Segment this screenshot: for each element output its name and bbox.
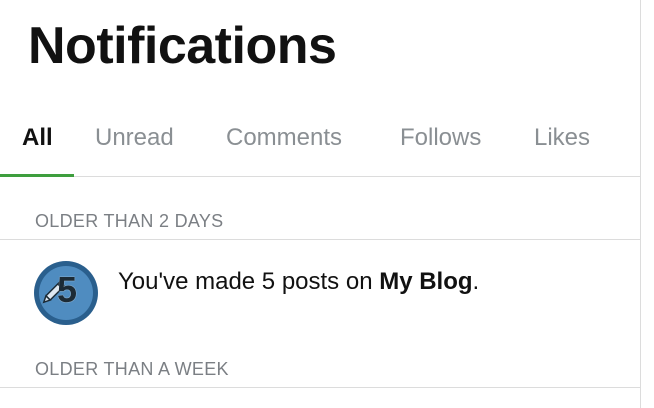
section-header-label: OLDER THAN A WEEK [35, 359, 229, 379]
badge-number: 5 [57, 269, 78, 310]
blog-name-link[interactable]: My Blog [379, 268, 472, 295]
notifications-panel: Notifications All Unread Comments Follow… [0, 0, 640, 408]
badge-inner: 5 [39, 266, 93, 320]
right-gutter [641, 0, 654, 408]
notifications-screen: Notifications All Unread Comments Follow… [0, 0, 654, 408]
tab-unread[interactable]: Unread [95, 124, 174, 153]
tab-follows[interactable]: Follows [400, 124, 481, 153]
notification-text-prefix: You've made 5 posts on [118, 268, 380, 295]
achievement-badge: 5 [34, 261, 98, 325]
tab-bar: All Unread Comments Follows Likes [0, 110, 640, 177]
page-title: Notifications [28, 17, 337, 75]
tab-likes[interactable]: Likes [534, 124, 590, 153]
tab-all[interactable]: All [22, 124, 53, 153]
section-header-older-than-a-week: OLDER THAN A WEEK [0, 326, 640, 388]
section-header-label: OLDER THAN 2 DAYS [35, 211, 224, 231]
section-header-older-than-2-days: OLDER THAN 2 DAYS [0, 178, 640, 240]
active-tab-indicator [0, 174, 74, 177]
notification-text-suffix: . [472, 268, 480, 295]
notification-text: You've made 5 posts on My Blog. [118, 268, 479, 297]
tab-comments[interactable]: Comments [226, 124, 342, 153]
